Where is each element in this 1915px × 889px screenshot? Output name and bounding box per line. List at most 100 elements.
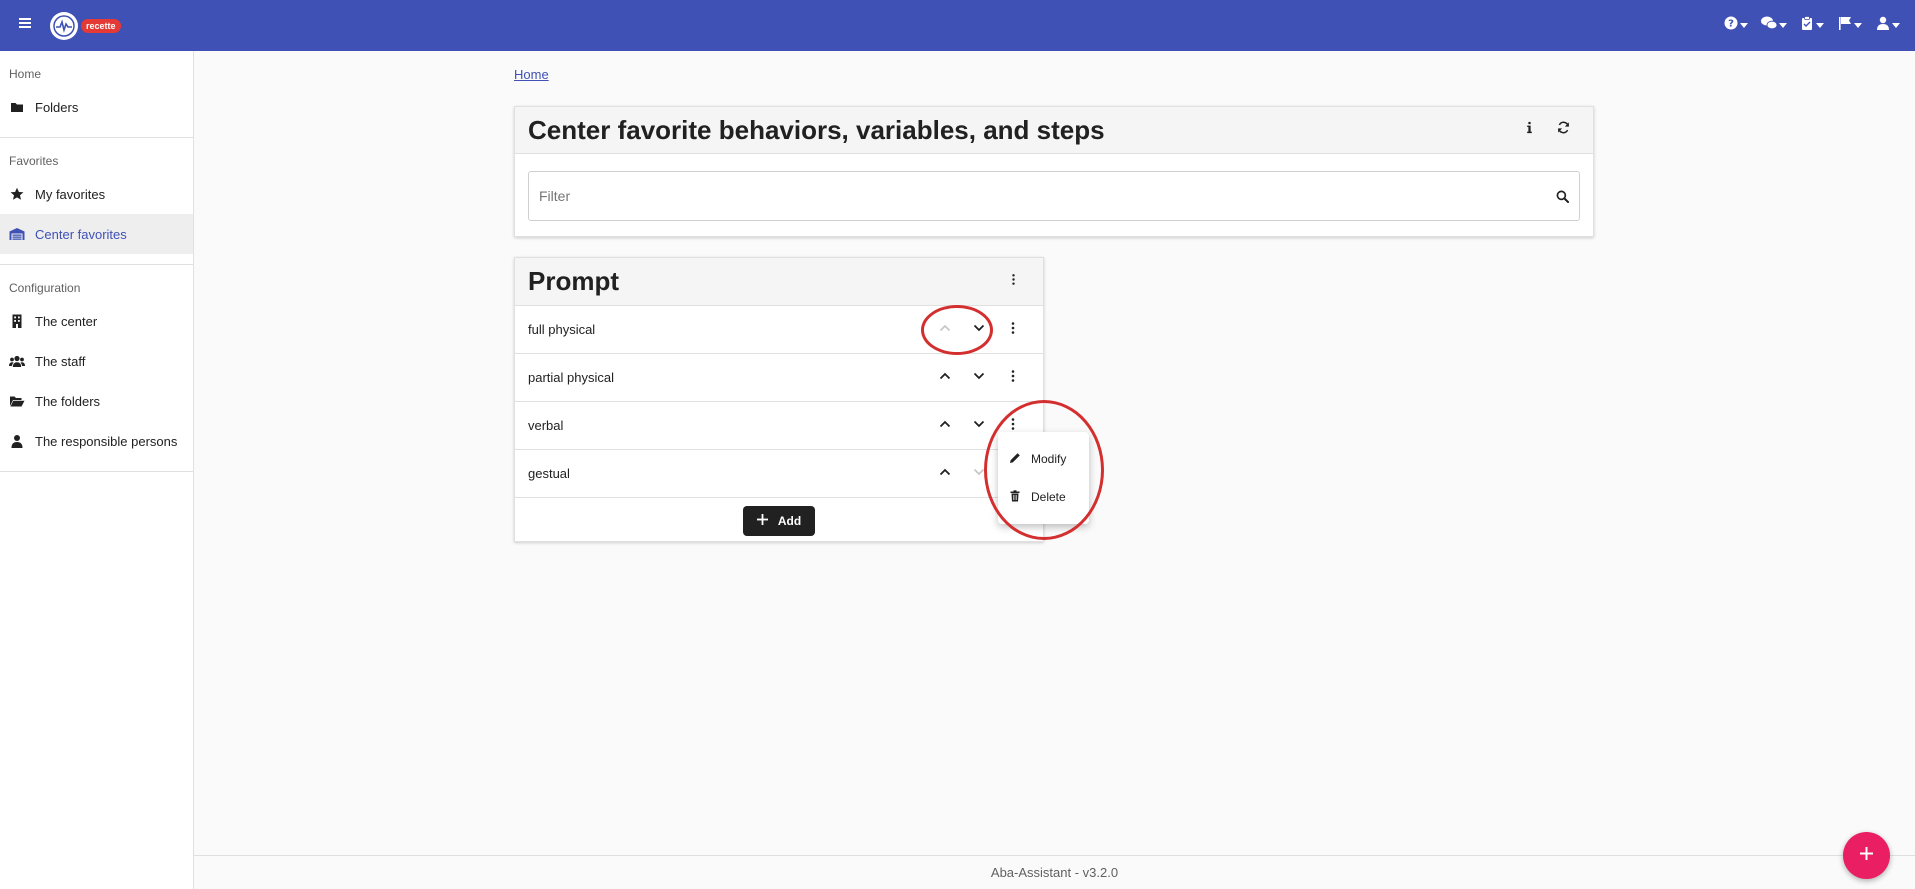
menu-item-label: Delete	[1031, 490, 1066, 504]
sidebar-item-label: The center	[35, 313, 98, 329]
refresh-button[interactable]	[1546, 113, 1580, 147]
user-menu-button[interactable]	[1871, 9, 1905, 43]
sidebar-heading: Home	[9, 67, 42, 81]
chevron-down-icon	[972, 369, 986, 386]
card-header: Prompt	[515, 258, 1043, 306]
move-up-button[interactable]	[928, 409, 962, 443]
move-up-button[interactable]	[928, 361, 962, 395]
prompt-title: Prompt	[528, 266, 619, 296]
chevron-down-icon	[972, 417, 986, 434]
favorites-card: Center favorite behaviors, variables, an…	[514, 106, 1594, 237]
users-icon	[9, 353, 25, 369]
add-row: Add	[515, 498, 1043, 544]
move-up-button[interactable]	[928, 457, 962, 491]
clipboard-menu-button[interactable]	[1795, 9, 1829, 43]
item-context-menu: Modify Delete	[998, 432, 1089, 524]
top-app-bar: recette ?	[0, 0, 1915, 51]
chevron-up-icon	[938, 321, 952, 338]
menu-item-label: Modify	[1031, 452, 1067, 466]
sidebar-item-the-responsible-persons[interactable]: The responsible persons	[0, 421, 193, 461]
app-logo[interactable]	[50, 11, 78, 40]
add-button-label: Add	[777, 514, 802, 528]
filter-input[interactable]	[529, 172, 1545, 220]
svg-text:?: ?	[1728, 19, 1734, 30]
prompt-card: Prompt full physical partial physical ve…	[514, 257, 1044, 542]
sidebar-item-the-staff[interactable]: The staff	[0, 341, 193, 381]
list-item: partial physical	[515, 354, 1043, 402]
sidebar-item-the-center[interactable]: The center	[0, 301, 193, 341]
flag-icon	[1838, 16, 1852, 35]
sidebar-heading: Favorites	[9, 154, 59, 168]
more-vertical-icon	[1006, 369, 1020, 386]
folder-open-icon	[9, 393, 25, 409]
caret-down-icon	[1779, 23, 1787, 28]
list-item: full physical	[515, 306, 1043, 354]
building-icon	[9, 313, 25, 329]
item-more-button[interactable]	[996, 361, 1030, 395]
move-down-button[interactable]	[962, 361, 996, 395]
folder-icon	[9, 99, 25, 115]
list-item: gestual	[515, 450, 1043, 498]
caret-down-icon	[1816, 23, 1824, 28]
plus-icon	[1860, 846, 1873, 865]
sidebar-heading: Configuration	[9, 281, 81, 295]
sidebar-section-home: Home Folders	[0, 51, 193, 138]
refresh-icon	[1557, 121, 1570, 139]
prompt-more-button[interactable]	[996, 265, 1030, 299]
sidebar-item-label: Center favorites	[35, 226, 127, 242]
menu-button[interactable]	[0, 0, 50, 51]
star-icon	[9, 186, 25, 202]
plus-icon	[756, 514, 768, 528]
info-button[interactable]	[1512, 113, 1546, 147]
breadcrumb-home-link[interactable]: Home	[514, 67, 549, 82]
move-down-button[interactable]	[962, 457, 996, 491]
footer: Aba-Assistant - v3.2.0	[194, 855, 1915, 889]
item-label: full physical	[528, 322, 596, 337]
trash-icon	[1009, 489, 1031, 505]
warehouse-icon	[9, 226, 25, 242]
sidebar: Home Folders Favorites My favorites Cent…	[0, 51, 194, 889]
environment-badge: recette	[81, 18, 121, 33]
add-button[interactable]: Add	[742, 506, 816, 536]
flag-menu-button[interactable]	[1833, 9, 1867, 43]
version-label: Aba-Assistant - v3.2.0	[990, 865, 1119, 880]
move-down-button[interactable]	[962, 409, 996, 443]
chat-icon	[1761, 16, 1778, 35]
more-vertical-icon	[1007, 273, 1020, 291]
list-item: verbal	[515, 402, 1043, 450]
sidebar-item-label: Folders	[35, 99, 79, 115]
sidebar-item-my-favorites[interactable]: My favorites	[0, 174, 193, 214]
sidebar-item-folders[interactable]: Folders	[0, 87, 193, 127]
caret-down-icon	[1892, 23, 1900, 28]
menu-item-delete[interactable]: Delete	[998, 478, 1089, 516]
sidebar-item-center-favorites[interactable]: Center favorites	[0, 214, 193, 254]
sidebar-section-favorites: Favorites My favorites Center favorites	[0, 138, 193, 265]
caret-down-icon	[1854, 23, 1862, 28]
person-icon	[9, 433, 25, 449]
chat-menu-button[interactable]	[1757, 9, 1791, 43]
item-more-button[interactable]	[996, 313, 1030, 347]
sidebar-section-configuration: Configuration The center The staff The f…	[0, 265, 193, 472]
card-header: Center favorite behaviors, variables, an…	[515, 107, 1593, 154]
chevron-up-icon	[938, 369, 952, 386]
help-icon: ?	[1724, 16, 1738, 35]
filter-field	[528, 171, 1580, 221]
page-title: Center favorite behaviors, variables, an…	[528, 114, 1105, 145]
sidebar-item-the-folders[interactable]: The folders	[0, 381, 193, 421]
help-menu-button[interactable]: ?	[1719, 9, 1753, 43]
move-up-button[interactable]	[928, 313, 962, 347]
chevron-down-icon	[972, 321, 986, 338]
pencil-icon	[1009, 452, 1031, 467]
add-fab-button[interactable]	[1843, 832, 1890, 879]
sidebar-item-label: The folders	[35, 393, 101, 409]
info-icon	[1523, 121, 1536, 139]
item-label: gestual	[528, 466, 570, 481]
clipboard-icon	[1800, 16, 1814, 35]
chevron-down-icon	[972, 465, 986, 482]
search-icon[interactable]	[1545, 190, 1579, 203]
item-label: partial physical	[528, 370, 614, 385]
menu-item-modify[interactable]: Modify	[998, 440, 1089, 478]
sidebar-item-label: The staff	[35, 353, 86, 369]
move-down-button[interactable]	[962, 313, 996, 347]
sidebar-item-label: The responsible persons	[35, 433, 178, 449]
